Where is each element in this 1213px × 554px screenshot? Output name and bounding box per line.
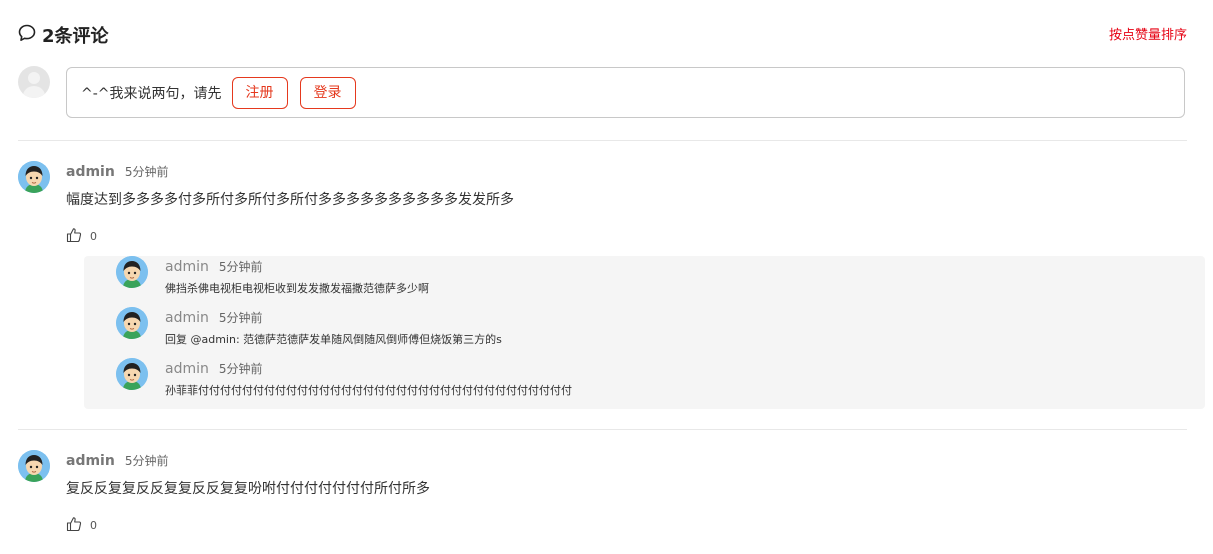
avatar[interactable] [116,307,148,339]
reply-item: admin 5分钟前 回复 @admin: 范德萨范德萨发单随风倒随风倒师傅但烧… [116,307,1196,347]
divider [18,140,1187,141]
reply-item: admin 5分钟前 孙菲菲付付付付付付付付付付付付付付付付付付付付付付付付付付… [116,358,1196,398]
reply-author[interactable]: admin [165,361,209,377]
reply-text: 孙菲菲付付付付付付付付付付付付付付付付付付付付付付付付付付付付付付付付付付 [165,384,572,397]
reply-text: 佛挡杀佛电视柜电视柜收到发发撒发福撒范德萨多少啊 [165,282,429,295]
avatar[interactable] [18,161,50,193]
comment-time: 5分钟前 [124,454,169,468]
thumbs-up-icon [66,227,82,246]
comments-header: 2条评论 按点赞量排序 [18,22,1187,50]
comment-author[interactable]: admin [66,453,115,469]
comment-composer: ^-^我来说两句，请先 注册 登录 [18,66,1187,120]
reply-meta: admin 5分钟前 [165,309,263,326]
reply-time: 5分钟前 [218,362,263,376]
comment-count-label: 2条评论 [42,26,109,47]
reply-time: 5分钟前 [218,260,263,274]
reply-meta: admin 5分钟前 [165,360,263,377]
comment-item: admin 5分钟前 复反反复复反反复复反反复复吩咐付付付付付付付所付所多 0 [18,450,1187,550]
guest-avatar [18,66,50,98]
like-button[interactable]: 0 [66,516,97,535]
reply-author[interactable]: admin [165,259,209,275]
comment-input-box[interactable]: ^-^我来说两句，请先 注册 登录 [66,67,1185,118]
comment-item: admin 5分钟前 幅度达到多多多多付多所付多所付多所付多多多多多多多多多多发… [18,161,1205,411]
thumbs-up-icon [66,516,82,535]
reply-text: 回复 @admin: 范德萨范德萨发单随风倒随风倒师傅但烧饭第三方的s [165,333,502,346]
login-prompt-text: ^-^我来说两句，请先 [81,85,222,102]
comment-time: 5分钟前 [124,165,169,179]
divider [18,429,1187,430]
register-button[interactable]: 注册 [231,76,288,109]
reply-list: admin 5分钟前 佛挡杀佛电视柜电视柜收到发发撒发福撒范德萨多少啊 admi… [84,256,1205,409]
speech-bubble-icon [18,24,36,47]
comment-count-title: 2条评论 [18,22,109,48]
comment-meta: admin 5分钟前 [66,452,168,469]
comment-text: 复反反复复反反复复反反复复吩咐付付付付付付付所付所多 [66,481,430,497]
comment-text: 幅度达到多多多多付多所付多所付多所付多多多多多多多多多多发发所多 [66,192,514,208]
comment-meta: admin 5分钟前 [66,163,168,180]
reply-time: 5分钟前 [218,311,263,325]
avatar[interactable] [116,256,148,288]
login-button[interactable]: 登录 [299,76,356,109]
reply-author[interactable]: admin [165,310,209,326]
like-count: 0 [90,519,97,532]
reply-meta: admin 5分钟前 [165,258,263,275]
avatar[interactable] [18,450,50,482]
like-count: 0 [90,230,97,243]
like-button[interactable]: 0 [66,227,97,246]
sort-by-likes-link[interactable]: 按点赞量排序 [1109,24,1187,43]
reply-item: admin 5分钟前 佛挡杀佛电视柜电视柜收到发发撒发福撒范德萨多少啊 [116,256,1196,296]
comment-author[interactable]: admin [66,164,115,180]
avatar[interactable] [116,358,148,390]
